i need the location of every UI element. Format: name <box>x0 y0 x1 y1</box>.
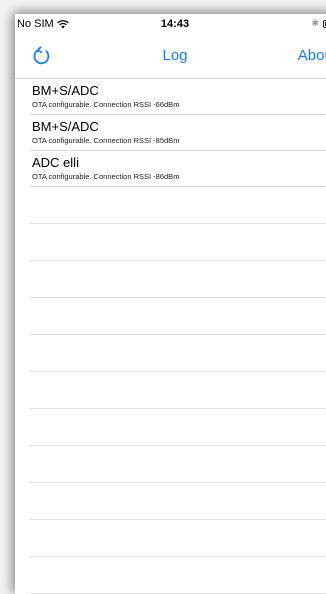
clock: 14:43 <box>160 18 190 30</box>
empty-row <box>30 224 326 261</box>
bluetooth-icon: ✱ <box>311 18 319 28</box>
empty-row <box>30 335 326 372</box>
app-screen: No SIM 14:43 ✱ Log About BM+S/ADC OT <box>15 14 326 594</box>
device-row[interactable]: BM+S/ADC OTA configurable. Connection RS… <box>30 79 326 115</box>
navigation-bar: Log About <box>15 34 326 79</box>
about-button[interactable]: About <box>298 47 326 64</box>
empty-row <box>30 372 326 409</box>
device-detail: OTA configurable. Connection RSSI -85dBm <box>32 136 180 145</box>
device-detail: OTA configurable. Connection RSSI -66dBm <box>32 100 180 109</box>
device-detail: OTA configurable. Connection RSSI -86dBm <box>32 172 180 181</box>
nav-title-container: Log <box>15 47 326 64</box>
device-row[interactable]: ADC elli OTA configurable. Connection RS… <box>30 151 326 187</box>
empty-row <box>30 557 326 594</box>
empty-row <box>30 261 326 298</box>
device-name: BM+S/ADC <box>32 119 99 134</box>
device-name: ADC elli <box>32 155 79 170</box>
empty-row <box>30 483 326 520</box>
empty-row <box>30 298 326 335</box>
device-row[interactable]: BM+S/ADC OTA configurable. Connection RS… <box>30 115 326 151</box>
device-list: BM+S/ADC OTA configurable. Connection RS… <box>15 79 326 594</box>
empty-row <box>30 446 326 483</box>
log-button[interactable]: Log <box>162 47 187 64</box>
empty-row <box>30 520 326 557</box>
status-bar: No SIM 14:43 ✱ <box>15 14 326 34</box>
status-right: ✱ <box>311 18 326 29</box>
empty-row <box>30 409 326 446</box>
empty-row <box>30 187 326 224</box>
refresh-icon[interactable] <box>31 45 53 67</box>
device-name: BM+S/ADC <box>32 83 99 98</box>
